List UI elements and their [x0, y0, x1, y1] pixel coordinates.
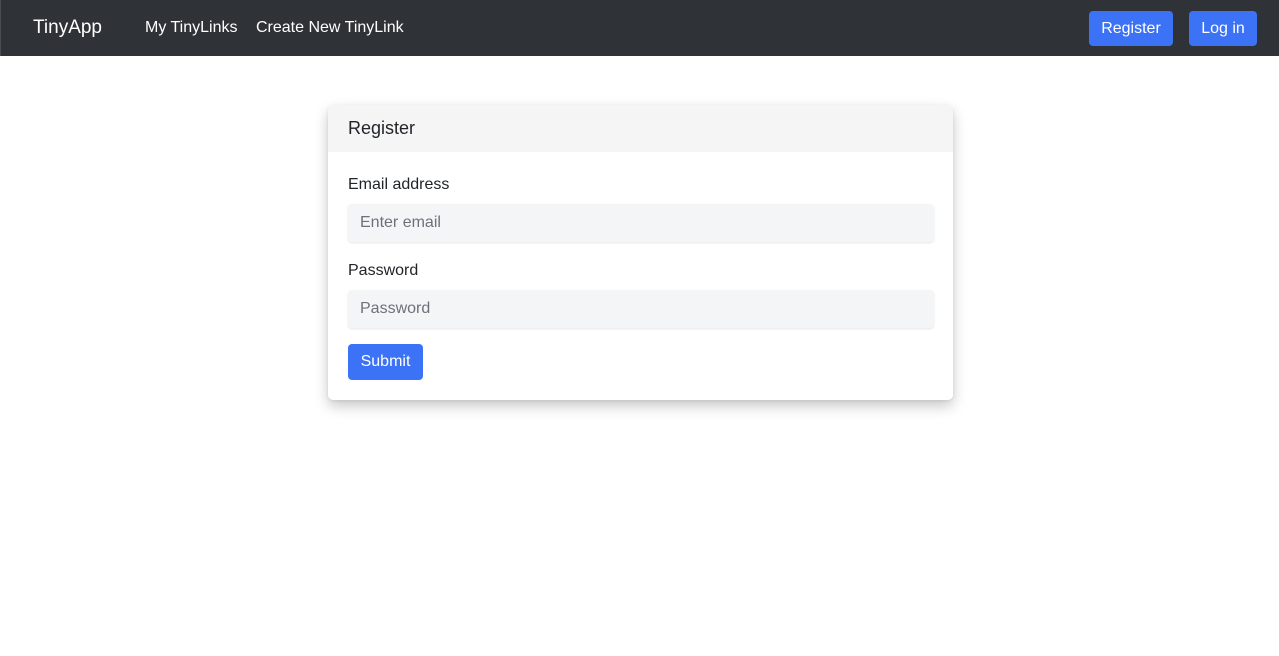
- password-label: Password: [348, 262, 419, 279]
- submit-button[interactable]: Submit: [348, 344, 423, 380]
- brand-link[interactable]: TinyApp: [33, 16, 102, 40]
- nav-link-my-tinylinks[interactable]: My TinyLinks: [145, 18, 237, 38]
- email-label: Email address: [348, 176, 450, 193]
- register-button[interactable]: Register: [1089, 11, 1173, 46]
- password-field[interactable]: [348, 290, 934, 328]
- nav-link-create-tinylink[interactable]: Create New TinyLink: [256, 18, 404, 38]
- email-field[interactable]: [348, 204, 934, 242]
- login-button[interactable]: Log in: [1189, 11, 1257, 46]
- register-card: Register Email address Password Submit: [328, 105, 953, 400]
- top-navbar: TinyApp My TinyLinks Create New TinyLink…: [0, 0, 1279, 56]
- card-title: Register: [348, 118, 416, 138]
- card-header: Register: [328, 105, 953, 152]
